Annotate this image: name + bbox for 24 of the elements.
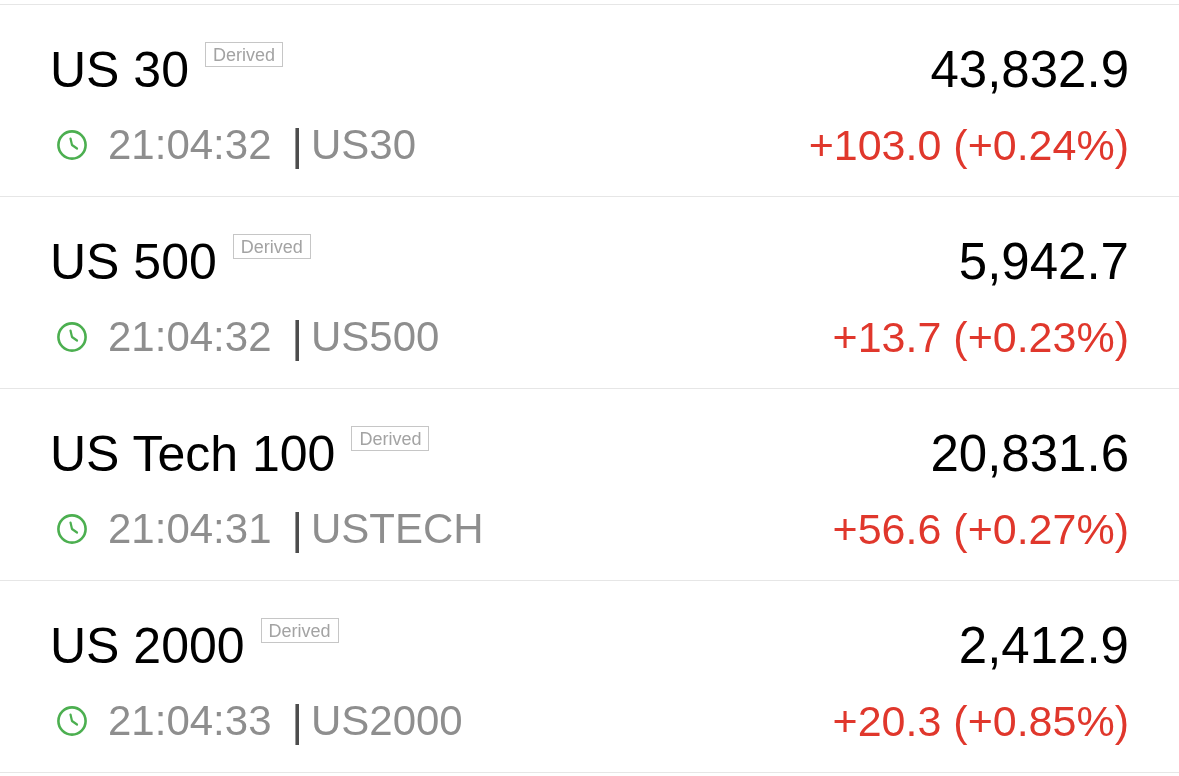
- clock-icon: [57, 130, 87, 160]
- price-text: 20,831.6: [930, 429, 1129, 479]
- instrument-name: US 2000: [50, 621, 245, 671]
- symbol-text: US2000: [310, 700, 463, 742]
- derived-tag: Derived: [232, 234, 311, 259]
- symbol-text: USTECH: [310, 508, 484, 550]
- derived-tag: Derived: [351, 426, 430, 451]
- symbol-text: US30: [310, 124, 416, 166]
- derived-tag: Derived: [204, 42, 283, 67]
- instrument-name: US 30: [50, 45, 189, 95]
- time-text: 21:04:32: [108, 124, 272, 166]
- price-text: 2,412.9: [958, 621, 1129, 671]
- price-text: 5,942.7: [958, 237, 1129, 287]
- derived-tag: Derived: [260, 618, 339, 643]
- instrument-name: US Tech 100: [50, 429, 336, 479]
- clock-icon: [57, 514, 87, 544]
- clock-icon: [57, 706, 87, 736]
- symbol-text: US500: [310, 316, 440, 358]
- instrument-name: US 500: [50, 237, 217, 287]
- time-text: 21:04:32: [108, 316, 272, 358]
- time-text: 21:04:33: [108, 700, 272, 742]
- time-text: 21:04:31: [108, 508, 272, 550]
- price-text: 43,832.9: [930, 45, 1129, 95]
- clock-icon: [57, 322, 87, 352]
